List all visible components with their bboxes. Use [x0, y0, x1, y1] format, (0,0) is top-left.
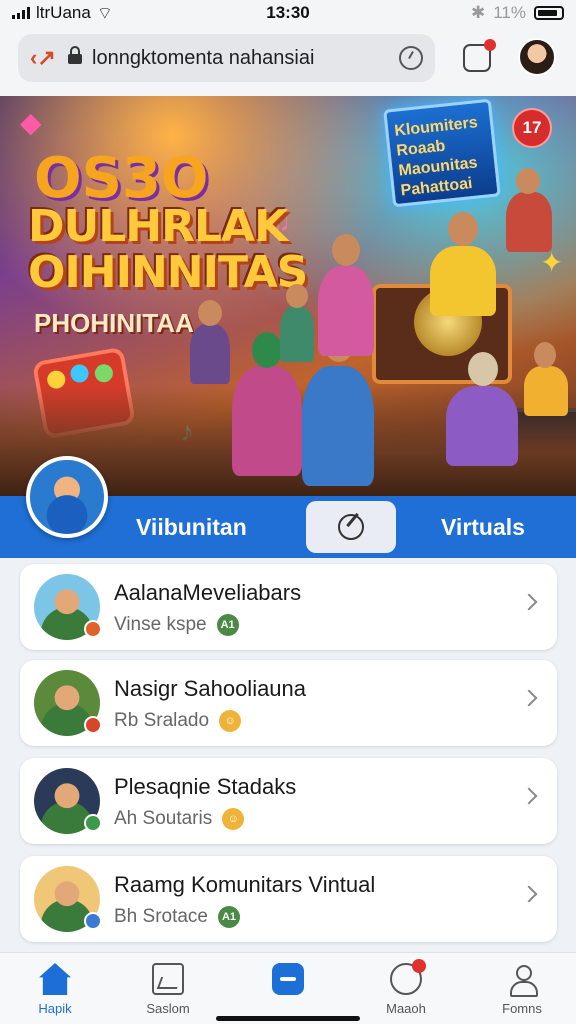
nav-label: Fomns: [502, 1001, 542, 1016]
list-item-title: Raamg Komunitars Vintual: [114, 872, 376, 897]
create-icon: [272, 963, 304, 995]
nav-label: Maaoh: [386, 1001, 426, 1016]
hero-title-line1: DULHRLAK: [28, 201, 288, 252]
avatar: [34, 574, 102, 640]
music-note-icon: ◆: [20, 107, 42, 138]
nav-item-calendar[interactable]: Saslom: [128, 963, 208, 1016]
list-item-subtitle: Bh Srotace A1: [114, 906, 240, 928]
list-item-subtitle: Vinse kspe A1: [114, 614, 239, 636]
calendar-icon: [152, 963, 184, 995]
list-item-title: AalanaMeveliabars: [114, 580, 302, 605]
notifications-icon: [390, 959, 426, 995]
chevron-right-icon: [520, 689, 538, 707]
avatar: [34, 768, 102, 834]
person-illustration: [318, 234, 374, 356]
person-illustration: [232, 332, 302, 476]
person-illustration: [506, 168, 552, 252]
bottom-nav: Hapik Saslom Maaoh Fomns: [0, 952, 576, 1024]
person-illustration: [190, 300, 230, 384]
signal-icon: [12, 7, 30, 19]
status-pill-icon: A1: [218, 906, 240, 928]
list-item-subtitle-text: Ah Soutaris: [114, 808, 213, 829]
tab-edit[interactable]: [306, 501, 396, 553]
status-mini-icon: [84, 814, 102, 832]
profile-avatar[interactable]: [518, 38, 556, 76]
status-mini-icon: [84, 912, 102, 930]
nav-item-notifications[interactable]: Maaoh: [366, 959, 446, 1016]
list-item[interactable]: AalanaMeveliabars Vinse kspe A1: [20, 564, 557, 650]
address-bar[interactable]: ‹↗ lonngktomenta nahansiai: [18, 34, 435, 82]
battery-icon: [534, 6, 564, 20]
list-item-subtitle-text: Vinse kspe: [114, 614, 207, 635]
status-mini-icon: [84, 620, 102, 638]
person-illustration: [524, 342, 568, 416]
notification-dot: [412, 959, 426, 973]
avatar: [34, 866, 102, 932]
hero-title: DULHRLAK OIHINNITAS: [28, 201, 308, 298]
home-icon: [39, 963, 71, 995]
nav-label: Saslom: [146, 1001, 190, 1016]
hero-sign: Kloumiters Roaab Maounitas Pahattoai: [383, 98, 501, 208]
share-back-icon[interactable]: ‹↗: [30, 45, 58, 71]
nav-item-create[interactable]: [248, 963, 328, 1001]
person-illustration: [430, 212, 496, 316]
wifi-icon: ⌔: [96, 3, 113, 23]
list-item-subtitle-text: Bh Srotace: [114, 906, 208, 927]
hero-subtitle: PHOHINITAA: [34, 308, 194, 338]
battery-percent: 11%: [493, 3, 526, 22]
lock-icon: [68, 46, 82, 65]
edit-icon: [338, 514, 364, 540]
chevron-right-icon: [520, 787, 538, 805]
nav-item-home[interactable]: Hapik: [15, 963, 95, 1016]
tab-right[interactable]: Virtuals: [441, 514, 525, 541]
status-mini-icon: [84, 716, 102, 734]
tabs-notification-dot: [484, 39, 496, 51]
list-item-subtitle-text: Rb Sralado: [114, 710, 210, 731]
hero-banner[interactable]: ◆ ♫ ♪ ✦ OS3O DULHRLAK OIHINNITAS PHOHINI…: [0, 96, 576, 496]
avatar: [34, 670, 102, 736]
list-item-title: Nasigr Sahooliauna: [114, 676, 307, 701]
list-item[interactable]: Nasigr Sahooliauna Rb Sralado ☺: [20, 660, 557, 746]
list-item-subtitle: Rb Sralado ☺: [114, 710, 242, 732]
person-illustration: [446, 352, 518, 466]
status-bar: ltrUana ⌔ 13:30 ✱ 11%: [0, 0, 576, 26]
bluetooth-icon: ✱: [470, 3, 486, 22]
tabs-button[interactable]: [463, 39, 496, 72]
list-item-title: Plesaqnie Stadaks: [114, 774, 297, 799]
list-item[interactable]: Raamg Komunitars Vintual Bh Srotace A1: [20, 856, 557, 942]
reload-icon[interactable]: [399, 46, 423, 70]
list-item-subtitle: Ah Soutaris ☺: [114, 808, 245, 830]
chevron-right-icon: [520, 593, 538, 611]
community-avatar[interactable]: [26, 456, 108, 538]
person-illustration: [302, 326, 374, 486]
tab-left[interactable]: Viibunitan: [136, 514, 247, 541]
browser-toolbar: ‹↗ lonngktomenta nahansiai: [0, 26, 576, 96]
url-text[interactable]: lonngktomenta nahansiai: [92, 47, 389, 70]
hero-badge[interactable]: 17: [512, 108, 552, 148]
nav-label: Hapik: [38, 1001, 72, 1016]
hero-title-line2: OIHINNITAS: [28, 247, 308, 298]
chevron-right-icon: [520, 885, 538, 903]
status-pill-icon: A1: [216, 614, 239, 636]
list-item[interactable]: Plesaqnie Stadaks Ah Soutaris ☺: [20, 758, 557, 844]
carrier-label: ltrUana: [36, 3, 91, 22]
status-left: ltrUana ⌔: [12, 3, 113, 24]
emoji-icon: ☺: [219, 710, 242, 732]
home-indicator: [216, 1016, 360, 1021]
emoji-icon: ☺: [222, 808, 245, 830]
status-right: ✱ 11%: [471, 3, 564, 23]
person-illustration: [280, 284, 314, 362]
nav-item-profile[interactable]: Fomns: [482, 963, 562, 1016]
profile-icon: [506, 963, 538, 997]
